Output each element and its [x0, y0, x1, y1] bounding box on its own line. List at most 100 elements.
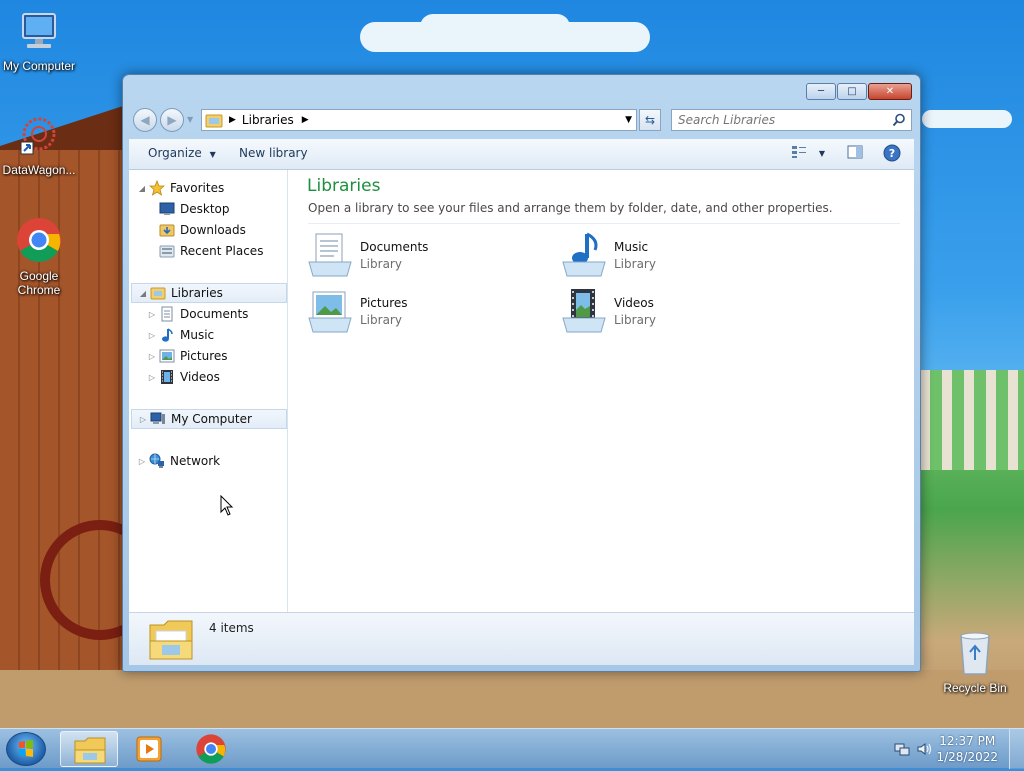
libraries-icon [150, 285, 166, 301]
tree-item-desktop[interactable]: Desktop [157, 199, 230, 219]
tree-libraries[interactable]: ◢ Libraries [131, 283, 287, 303]
expanded-arrow-icon[interactable]: ◢ [138, 289, 148, 298]
minimize-button[interactable]: ─ [806, 83, 836, 100]
computer-icon [22, 13, 56, 48]
music-icon [562, 232, 606, 277]
desktop-icon [159, 201, 175, 217]
media-player-icon [136, 736, 162, 762]
clock-date: 1/28/2022 [936, 750, 998, 764]
change-view-button[interactable]: ▼ [791, 145, 825, 162]
organize-button[interactable]: Organize ▼ [148, 146, 216, 160]
videos-icon [562, 289, 606, 333]
maximize-icon: □ [847, 86, 857, 97]
command-bar: Organize ▼ New library ▼ ? [129, 139, 914, 170]
chevron-down-icon: ▼ [818, 149, 825, 158]
folder-icon [74, 737, 106, 764]
collapsed-arrow-icon[interactable]: ▷ [137, 457, 147, 466]
taskbar: 12:37 PM 1/28/2022 [0, 728, 1024, 769]
downloads-folder-icon [159, 222, 175, 238]
tree-network[interactable]: ▷ Network [137, 451, 220, 471]
taskbar-explorer-button[interactable] [60, 731, 118, 767]
tree-item-music[interactable]: ▷ Music [147, 325, 214, 345]
address-history-chevron-icon[interactable]: ▼ [625, 115, 632, 125]
tree-my-computer[interactable]: ▷ My Computer [131, 409, 287, 429]
divider [308, 223, 900, 224]
recycle-bin-icon [960, 632, 990, 675]
videos-icon [159, 369, 175, 385]
computer-icon [150, 411, 166, 427]
clock[interactable]: 12:37 PM 1/28/2022 [936, 733, 998, 765]
library-item-music[interactable]: Music Library [561, 232, 781, 280]
collapsed-arrow-icon[interactable]: ▷ [138, 415, 148, 424]
recent-pages-chevron-icon[interactable]: ▼ [187, 115, 193, 124]
taskbar-chrome-button[interactable] [182, 731, 240, 767]
help-icon: ? [883, 144, 901, 162]
navigation-bar: ◀ ▶ ▼ ▶ Libraries ▶ ▼ ⇆ [131, 107, 912, 133]
collapsed-arrow-icon[interactable]: ▷ [147, 331, 157, 340]
desktop-icon-datawagon[interactable]: DataWagon... [0, 114, 79, 177]
desktop-icon-google-chrome[interactable]: Google Chrome [0, 216, 79, 297]
details-pane: 4 items [129, 612, 914, 665]
datawagon-icon [20, 117, 56, 155]
forward-arrow-icon: ▶ [167, 113, 177, 127]
preview-pane-button[interactable] [847, 145, 863, 162]
refresh-button[interactable]: ⇆ [639, 109, 661, 131]
chrome-icon [196, 734, 226, 764]
music-icon [159, 327, 175, 343]
breadcrumb-separator-icon[interactable]: ▶ [302, 115, 309, 125]
caption-buttons: ─ □ ✕ [806, 83, 912, 100]
collapsed-arrow-icon[interactable]: ▷ [147, 352, 157, 361]
new-library-button[interactable]: New library [239, 146, 308, 160]
network-status-icon[interactable] [894, 741, 910, 757]
tree-item-documents[interactable]: ▷ Documents [147, 304, 248, 324]
windows-logo-icon [19, 740, 33, 757]
maximize-button[interactable]: □ [837, 83, 867, 100]
back-arrow-icon: ◀ [140, 113, 150, 127]
system-tray: 12:37 PM 1/28/2022 [884, 729, 1024, 769]
address-bar[interactable]: ▶ Libraries ▶ ▼ [201, 109, 637, 131]
desktop-icon-label: DataWagon... [2, 163, 76, 177]
content-area: ◢ Favorites Desktop Downloads Recent Pla… [129, 170, 914, 613]
search-box [671, 109, 912, 131]
tree-item-recent-places[interactable]: Recent Places [157, 241, 263, 261]
close-icon: ✕ [885, 86, 895, 97]
tree-favorites[interactable]: ◢ Favorites [137, 178, 224, 198]
libraries-folder-icon [149, 620, 193, 660]
search-icon[interactable] [892, 113, 906, 127]
collapsed-arrow-icon[interactable]: ▷ [147, 373, 157, 382]
fence [920, 370, 1024, 470]
chrome-icon [17, 218, 61, 262]
tree-item-downloads[interactable]: Downloads [157, 220, 246, 240]
tree-item-videos[interactable]: ▷ Videos [147, 367, 220, 387]
library-item-documents[interactable]: Documents Library [307, 232, 527, 280]
help-button[interactable]: ? [883, 144, 901, 165]
close-button[interactable]: ✕ [868, 83, 912, 100]
library-item-videos[interactable]: Videos Library [561, 288, 781, 336]
volume-icon[interactable] [916, 741, 932, 757]
star-icon [149, 180, 165, 196]
expanded-arrow-icon[interactable]: ◢ [137, 184, 147, 193]
breadcrumb-libraries[interactable]: Libraries [242, 113, 294, 127]
desktop-icon-label: Recycle Bin [943, 681, 1007, 695]
pictures-icon [159, 348, 175, 364]
taskbar-media-player-button[interactable] [120, 731, 178, 767]
tree-item-pictures[interactable]: ▷ Pictures [147, 346, 228, 366]
show-desktop-button[interactable] [1009, 729, 1024, 769]
forward-button[interactable]: ▶ [160, 108, 184, 132]
clock-time: 12:37 PM [939, 734, 996, 748]
documents-icon [159, 306, 175, 322]
page-subtitle: Open a library to see your files and arr… [308, 201, 833, 215]
collapsed-arrow-icon[interactable]: ▷ [147, 310, 157, 319]
search-input[interactable] [672, 112, 892, 128]
breadcrumb-separator-icon[interactable]: ▶ [229, 115, 236, 125]
back-button[interactable]: ◀ [133, 108, 157, 132]
preview-pane-icon [847, 145, 863, 159]
start-button[interactable] [6, 732, 46, 766]
library-item-pictures[interactable]: Pictures Library [307, 288, 527, 336]
network-icon [149, 453, 165, 469]
pictures-icon [308, 291, 352, 333]
desktop-icon-recycle-bin[interactable]: Recycle Bin [935, 630, 1015, 695]
cloud [420, 14, 570, 40]
desktop-icon-my-computer[interactable]: My Computer [0, 10, 79, 73]
chevron-down-icon: ▼ [209, 150, 216, 159]
